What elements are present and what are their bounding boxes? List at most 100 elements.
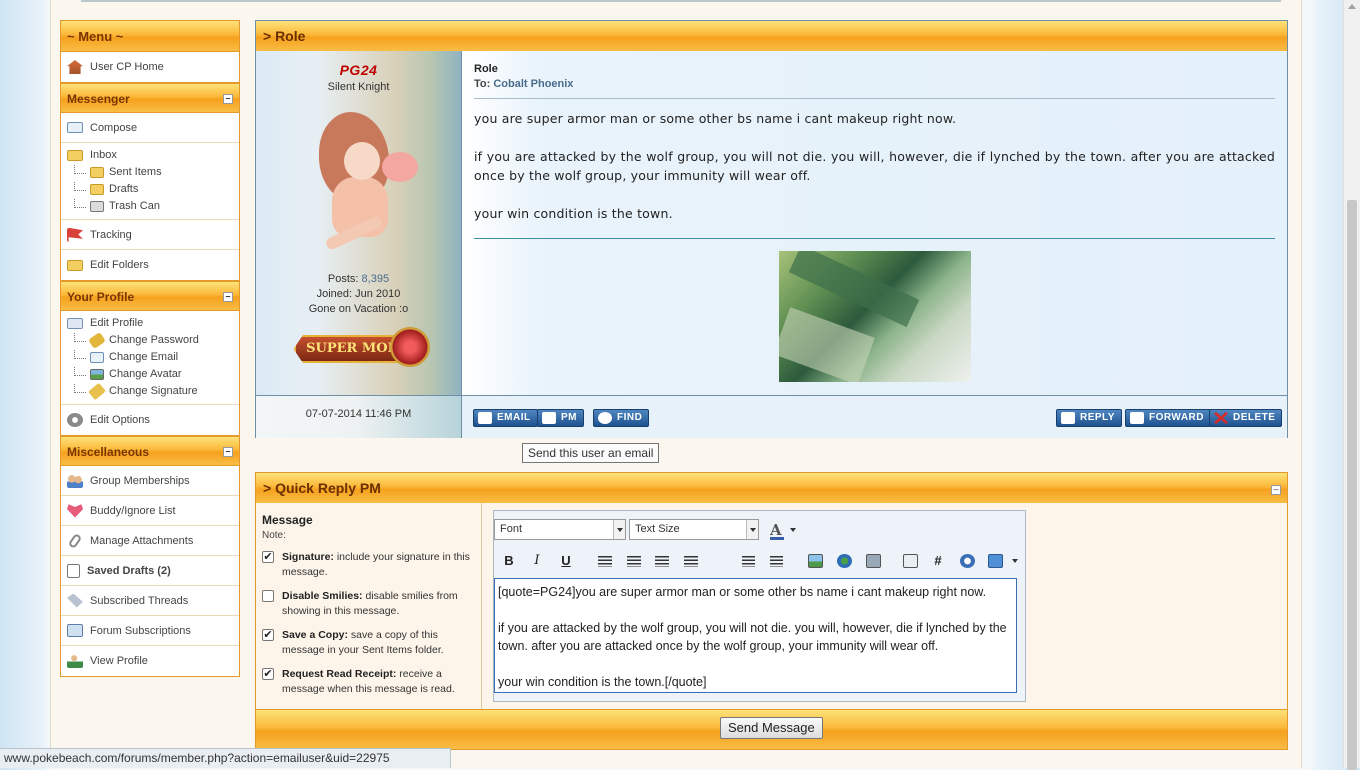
- insert-email-icon[interactable]: [866, 554, 881, 568]
- signature-checkbox[interactable]: ✔: [262, 551, 274, 563]
- heart-icon: [67, 504, 83, 518]
- sidebar-item-saved-drafts[interactable]: Saved Drafts (2): [61, 556, 239, 586]
- your-profile-title: Your Profile: [67, 290, 135, 304]
- message-paragraph: if you are attacked by the wolf group, y…: [474, 149, 1275, 183]
- sidebar-item-label: Subscribed Threads: [90, 594, 189, 607]
- page-scrollbar[interactable]: [1343, 0, 1360, 770]
- font-select[interactable]: Font: [494, 519, 626, 540]
- message-subject: Role: [474, 63, 498, 75]
- sidebar-item-change-password[interactable]: Change Password: [67, 331, 239, 350]
- align-center-icon[interactable]: [627, 556, 641, 567]
- posts-count[interactable]: 8,395: [362, 273, 390, 285]
- button-label: REPLY: [1080, 412, 1115, 423]
- pm-button[interactable]: PM: [537, 409, 584, 427]
- quote-icon[interactable]: [903, 554, 918, 568]
- collapse-profile-button[interactable]: –: [223, 292, 233, 302]
- sidebar-item-change-signature[interactable]: Change Signature: [67, 382, 239, 401]
- page-container: ~ Menu ~ User CP Home Messenger – Compos…: [50, 0, 1302, 768]
- option-text: Signature: include your signature in thi…: [282, 550, 475, 580]
- sidebar-item-tracking[interactable]: Tracking: [61, 220, 239, 250]
- find-button[interactable]: FIND: [593, 409, 650, 427]
- button-label: PM: [561, 412, 577, 423]
- delete-x-icon: [1214, 412, 1228, 424]
- text-size-select[interactable]: Text Size: [629, 519, 759, 540]
- align-justify-icon[interactable]: [684, 556, 698, 567]
- sidebar-item-edit-options[interactable]: Edit Options: [61, 405, 239, 435]
- chevron-down-icon[interactable]: [1012, 559, 1018, 563]
- sidebar-item-usercp-home[interactable]: User CP Home: [61, 52, 239, 82]
- envelope-icon: [67, 122, 83, 133]
- top-divider: [81, 0, 1281, 2]
- sidebar-item-trash-can[interactable]: Trash Can: [67, 198, 239, 215]
- reply-button[interactable]: REPLY: [1056, 409, 1122, 427]
- align-left-icon[interactable]: [598, 556, 612, 567]
- recipient-name[interactable]: Cobalt Phoenix: [493, 78, 573, 90]
- collapse-quick-reply-button[interactable]: –: [1271, 485, 1281, 495]
- message-paragraph: you are super armor man or some other bs…: [474, 111, 957, 126]
- message-textarea[interactable]: [quote=PG24]you are super armor man or s…: [494, 578, 1017, 693]
- message-icon: [542, 412, 556, 424]
- key-icon: [88, 331, 106, 350]
- sidebar-item-sent-items[interactable]: Sent Items: [67, 164, 239, 181]
- bold-button[interactable]: B: [499, 551, 519, 571]
- tree-connector: [74, 350, 86, 359]
- sender-info: PG24 Silent Knight Posts: 8,395 Joined: …: [256, 51, 462, 395]
- sidebar-item-subscribed-threads[interactable]: Subscribed Threads: [61, 586, 239, 616]
- sidebar-item-compose[interactable]: Compose: [61, 113, 239, 143]
- collapse-messenger-button[interactable]: –: [223, 94, 233, 104]
- email-button[interactable]: EMAIL: [473, 409, 538, 427]
- font-color-dropdown-icon[interactable]: [790, 528, 796, 532]
- sender-title: Silent Knight: [327, 81, 390, 93]
- sidebar-item-edit-profile[interactable]: Edit Profile: [67, 315, 239, 332]
- sidebar-item-change-email[interactable]: Change Email: [67, 349, 239, 366]
- scroll-thumb[interactable]: [1347, 200, 1357, 770]
- sidebar-item-view-profile[interactable]: View Profile: [61, 646, 239, 676]
- font-color-button[interactable]: A: [770, 521, 784, 540]
- save-copy-checkbox[interactable]: ✔: [262, 629, 274, 641]
- insert-video-icon[interactable]: [988, 554, 1003, 568]
- messenger-block: Compose Inbox Sent Items Drafts Trash Ca…: [60, 113, 240, 281]
- sidebar-item-label: Sent Items: [109, 166, 162, 178]
- scroll-up-icon[interactable]: [1348, 4, 1356, 9]
- delete-button[interactable]: DELETE: [1209, 409, 1283, 427]
- forward-button[interactable]: FORWARD: [1125, 409, 1211, 427]
- php-icon[interactable]: [960, 554, 975, 568]
- editor-toolbar-top: Font Text Size A: [494, 519, 1025, 541]
- messenger-header: Messenger –: [60, 83, 240, 113]
- sidebar-item-manage-attachments[interactable]: Manage Attachments: [61, 526, 239, 556]
- folder-icon: [67, 150, 83, 161]
- code-button[interactable]: #: [928, 551, 948, 571]
- size-select-value: Text Size: [635, 523, 680, 535]
- sidebar-item-inbox[interactable]: Inbox: [67, 147, 239, 164]
- underline-button[interactable]: U: [556, 551, 576, 571]
- button-label: EMAIL: [497, 412, 531, 423]
- disable-smilies-option: Disable Smilies: disable smilies from sh…: [262, 589, 475, 619]
- users-icon: [67, 473, 83, 488]
- sidebar-item-label: Change Password: [109, 334, 199, 346]
- avatar-creature: [381, 152, 418, 182]
- sidebar-item-buddy-ignore[interactable]: Buddy/Ignore List: [61, 496, 239, 526]
- sidebar-item-edit-folders[interactable]: Edit Folders: [61, 250, 239, 280]
- collapse-misc-button[interactable]: –: [223, 447, 233, 457]
- magnifier-icon: [598, 412, 612, 424]
- sidebar-item-drafts[interactable]: Drafts: [67, 181, 239, 198]
- sidebar-item-change-avatar[interactable]: Change Avatar: [67, 366, 239, 383]
- sidebar-item-label: Change Avatar: [109, 368, 182, 380]
- sender-username[interactable]: PG24: [256, 62, 461, 78]
- sidebar-item-forum-subscriptions[interactable]: Forum Subscriptions: [61, 616, 239, 646]
- numbered-list-icon[interactable]: [742, 556, 755, 567]
- align-right-icon[interactable]: [655, 556, 669, 567]
- italic-button[interactable]: I: [527, 551, 547, 571]
- menu-title: ~ Menu ~: [60, 20, 240, 52]
- sidebar-item-group-memberships[interactable]: Group Memberships: [61, 466, 239, 496]
- sidebar-item-label: Compose: [90, 121, 138, 134]
- editor-toolbar-format: B I U #: [494, 551, 1025, 571]
- insert-link-icon[interactable]: [837, 554, 852, 568]
- disable-smilies-checkbox[interactable]: [262, 590, 274, 602]
- message-recipient: To: Cobalt Phoenix: [474, 78, 1275, 90]
- option-title: Request Read Receipt:: [282, 668, 397, 680]
- bulleted-list-icon[interactable]: [770, 556, 783, 567]
- send-message-button[interactable]: Send Message: [720, 717, 823, 739]
- read-receipt-checkbox[interactable]: ✔: [262, 668, 274, 680]
- insert-image-icon[interactable]: [808, 554, 823, 568]
